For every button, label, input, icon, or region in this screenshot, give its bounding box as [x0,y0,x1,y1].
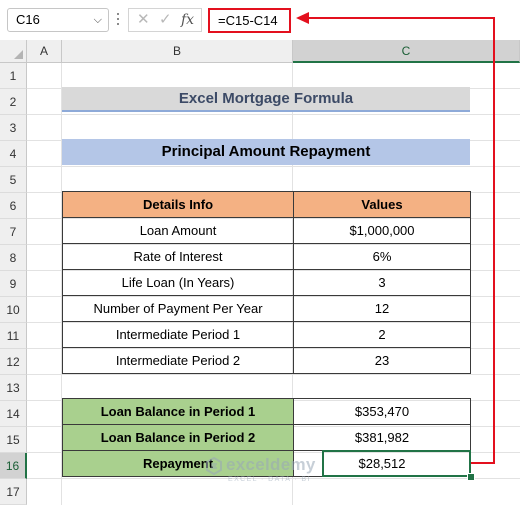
watermark-tagline: EXCEL · DATA · BI [228,476,311,483]
value-cell[interactable]: 3 [293,269,471,296]
formula-input[interactable]: =C15-C14 [208,8,291,33]
name-box[interactable]: C16 ⌵ [7,8,109,32]
row-header-14[interactable]: 14 [0,401,27,427]
table-row: Loan Amount $1,000,000 [62,217,471,244]
table-row: Intermediate Period 2 23 [62,347,471,374]
table-row: Intermediate Period 1 2 [62,321,471,348]
table-row: Loan Balance in Period 1 $353,470 [62,398,471,425]
table-row: Loan Balance in Period 2 $381,982 [62,424,471,451]
value-cell[interactable]: 23 [293,347,471,374]
exceldemy-logo-icon [206,457,222,475]
row-header-11[interactable]: 11 [0,323,27,349]
label-cell[interactable]: Intermediate Period 1 [62,321,294,348]
value-cell[interactable]: $381,982 [293,424,471,451]
row-header-8[interactable]: 8 [0,245,27,271]
row-header-7[interactable]: 7 [0,219,27,245]
active-cell-selection[interactable] [322,450,471,477]
enter-check-icon[interactable]: ✓ [159,10,172,30]
cancel-icon[interactable]: ✕ [137,10,150,30]
row-header-10[interactable]: 10 [0,297,27,323]
value-cell[interactable]: $353,470 [293,398,471,425]
row-header-6[interactable]: 6 [0,193,27,219]
table-row: Rate of Interest 6% [62,243,471,270]
label-cell[interactable]: Number of Payment Per Year [62,295,294,322]
row-header-5[interactable]: 5 [0,167,27,193]
formula-buttons: ✕ ✓ fx [128,8,202,32]
label-cell[interactable]: Rate of Interest [62,243,294,270]
header-details-info[interactable]: Details Info [62,191,294,218]
column-header-b[interactable]: B [62,40,293,63]
column-header-c[interactable]: C [293,40,520,63]
chevron-down-icon[interactable]: ⌵ [94,9,102,31]
row-header-13[interactable]: 13 [0,375,27,401]
value-cell[interactable]: 6% [293,243,471,270]
row-header-3[interactable]: 3 [0,115,27,141]
row-header-1[interactable]: 1 [0,63,27,89]
watermark-name: exceldemy [226,455,316,474]
value-cell[interactable]: $1,000,000 [293,217,471,244]
row-header-16[interactable]: 16 [0,453,27,479]
fill-handle[interactable] [467,473,475,481]
label-cell[interactable]: Loan Balance in Period 2 [62,424,294,451]
name-box-value: C16 [16,12,40,27]
row-header-15[interactable]: 15 [0,427,27,453]
details-table: Details Info Values Loan Amount $1,000,0… [62,191,471,374]
table-row: Life Loan (In Years) 3 [62,269,471,296]
row-header-17[interactable]: 17 [0,479,27,505]
formula-bar: C16 ⌵ ✕ ✓ fx =C15-C14 [0,0,520,40]
more-options-icon[interactable] [115,10,121,30]
section-subtitle[interactable]: Principal Amount Repayment [62,139,470,165]
label-cell[interactable]: Loan Amount [62,217,294,244]
row-header-4[interactable]: 4 [0,141,27,167]
header-values[interactable]: Values [293,191,471,218]
label-cell[interactable]: Loan Balance in Period 1 [62,398,294,425]
column-header-a[interactable]: A [27,40,62,63]
value-cell[interactable]: 12 [293,295,471,322]
label-cell[interactable]: Life Loan (In Years) [62,269,294,296]
row-header-12[interactable]: 12 [0,349,27,375]
row-header-9[interactable]: 9 [0,271,27,297]
insert-function-icon[interactable]: fx [181,10,194,30]
table-header-row: Details Info Values [62,191,471,218]
table-row: Number of Payment Per Year 12 [62,295,471,322]
sheet-title[interactable]: Excel Mortgage Formula [62,87,470,112]
value-cell[interactable]: 2 [293,321,471,348]
select-all-corner[interactable] [0,40,27,63]
label-cell[interactable]: Intermediate Period 2 [62,347,294,374]
row-header-2[interactable]: 2 [0,89,27,115]
